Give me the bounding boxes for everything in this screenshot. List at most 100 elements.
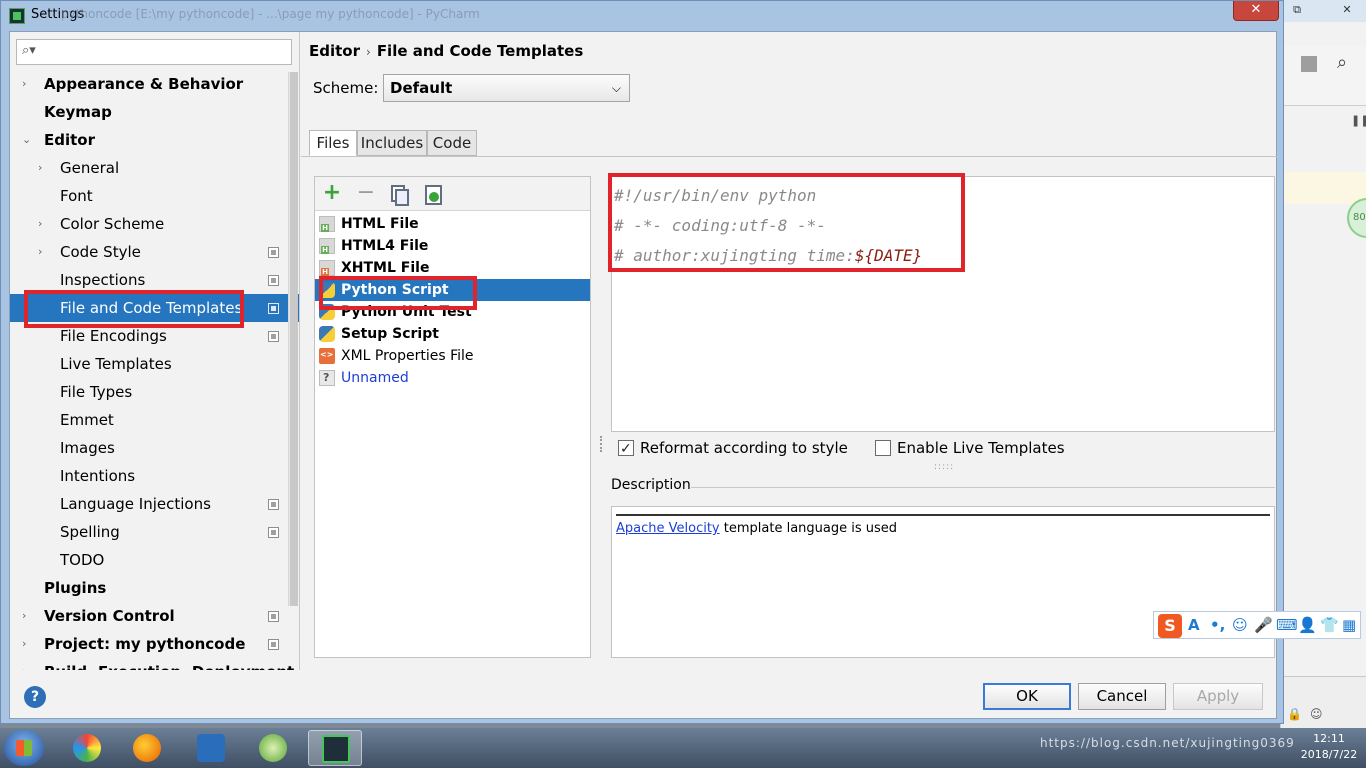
tree-item-label: Plugins [44, 579, 107, 597]
tree-item-images[interactable]: Images [10, 434, 299, 462]
tree-item-project-my-pythoncode[interactable]: › Project: my pythoncode [10, 630, 299, 658]
tree-item-label: Live Templates [60, 355, 172, 373]
restore-icon[interactable]: ⧉ [1287, 2, 1307, 18]
chevron-right-icon[interactable]: › [38, 238, 42, 266]
tree-item-label: Project: my pythoncode [44, 635, 246, 653]
scrollbar-thumb[interactable] [290, 72, 298, 606]
tree-item-intentions[interactable]: Intentions [10, 462, 299, 490]
tree-item-general[interactable]: › General [10, 154, 299, 182]
tab-files[interactable]: Files [309, 130, 357, 156]
project-scope-icon [268, 247, 279, 258]
tree-item-appearance-behavior[interactable]: › Appearance & Behavior [10, 70, 299, 98]
ime-toolbar: S A •, ☺ 🎤 ⌨ 👤 👕 ▦ [1153, 611, 1361, 639]
tree-item-build-execution-deployment[interactable]: › Build, Execution, Deployment [10, 658, 299, 670]
ime-emoji-icon[interactable]: ☺ [1232, 616, 1248, 634]
checkbox-unchecked-icon[interactable] [875, 440, 891, 456]
help-button[interactable]: ? [24, 686, 46, 708]
project-scope-icon [268, 639, 279, 650]
template-item-html-file[interactable]: HTML File [315, 213, 590, 235]
template-item-xml-properties-file[interactable]: XML Properties File [315, 345, 590, 367]
template-list-panel: + − HTML FileHTML4 FileXHTML FilePython … [314, 176, 591, 658]
tree-item-file-types[interactable]: File Types [10, 378, 299, 406]
tree-item-todo[interactable]: TODO [10, 546, 299, 574]
ime-voice-icon[interactable]: 🎤 [1254, 616, 1273, 634]
chevron-right-icon[interactable]: › [22, 70, 26, 98]
remove-template-button[interactable]: − [355, 182, 377, 205]
ime-toolbox-icon[interactable]: ▦ [1342, 616, 1356, 634]
search-input[interactable]: ⌕▾ [16, 39, 292, 65]
scheme-dropdown[interactable]: Default ⌵ [383, 74, 630, 102]
status-icons: 🔒☺ [1287, 707, 1331, 721]
cancel-button[interactable]: Cancel [1078, 683, 1166, 710]
template-item-unnamed[interactable]: Unnamed [315, 367, 590, 389]
tab-includes[interactable]: Includes [357, 130, 427, 156]
taskbar-app-sync-icon[interactable] [246, 730, 300, 766]
tree-item-label: Version Control [44, 607, 175, 625]
template-item-label: HTML4 File [341, 238, 429, 254]
ime-punctuation-icon[interactable]: •, [1210, 616, 1225, 634]
apply-button[interactable]: Apply [1173, 683, 1263, 710]
taskbar-pycharm-icon[interactable] [308, 730, 362, 766]
tree-item-label: Code Style [60, 243, 141, 261]
chevron-right-icon[interactable]: › [38, 154, 42, 182]
chevron-down-icon[interactable]: ⌄ [22, 126, 31, 154]
taskbar-app-paint-icon[interactable] [60, 730, 114, 766]
taskbar-app-grid-icon[interactable] [184, 730, 238, 766]
add-template-button[interactable]: + [321, 182, 343, 205]
resize-grip-icon[interactable]: ::::: [934, 462, 954, 472]
ime-keyboard-icon[interactable]: ⌨ [1276, 616, 1298, 634]
tree-item-font[interactable]: Font [10, 182, 299, 210]
search-icon[interactable]: ⌕ [1337, 52, 1347, 73]
sogou-logo-icon[interactable]: S [1158, 614, 1182, 638]
tree-item-code-style[interactable]: › Code Style [10, 238, 299, 266]
checkbox-checked-icon[interactable] [618, 438, 634, 460]
template-item-html4-file[interactable]: HTML4 File [315, 235, 590, 257]
description-label: Description [611, 477, 691, 493]
pause-icon: ❚❚ [1351, 114, 1366, 127]
reset-template-button[interactable] [421, 183, 443, 205]
ime-user-icon[interactable]: 👤 [1298, 616, 1317, 634]
tree-scrollbar[interactable] [288, 72, 298, 606]
template-item-label: HTML File [341, 216, 419, 232]
tree-item-color-scheme[interactable]: › Color Scheme [10, 210, 299, 238]
chevron-right-icon[interactable]: › [38, 210, 42, 238]
template-item-label: Setup Script [341, 326, 439, 342]
ok-button[interactable]: OK [983, 683, 1071, 710]
tree-item-spelling[interactable]: Spelling [10, 518, 299, 546]
tree-item-keymap[interactable]: Keymap [10, 98, 299, 126]
chevron-right-icon[interactable]: › [22, 602, 26, 630]
tree-item-live-templates[interactable]: Live Templates [10, 350, 299, 378]
apache-velocity-link[interactable]: Apache Velocity [616, 521, 720, 536]
start-button-icon[interactable] [4, 730, 44, 766]
close-icon[interactable]: ✕ [1337, 2, 1357, 18]
py-file-icon [319, 326, 335, 342]
unnamed-file-icon [319, 370, 335, 386]
tree-item-emmet[interactable]: Emmet [10, 406, 299, 434]
ime-skin-icon[interactable]: 👕 [1320, 616, 1339, 634]
copy-template-button[interactable] [387, 183, 409, 206]
background-titlebar: ⧉ ✕ [1281, 0, 1366, 22]
breadcrumb-parent[interactable]: Editor [309, 42, 360, 60]
tree-item-version-control[interactable]: › Version Control [10, 602, 299, 630]
ime-language-icon[interactable]: A [1188, 616, 1200, 634]
description-divider [691, 487, 1275, 488]
clock[interactable]: 12:11 2018/7/22 [1296, 731, 1362, 763]
stop-icon[interactable] [1301, 56, 1317, 72]
chevron-right-icon[interactable]: › [22, 658, 26, 670]
template-item-setup-script[interactable]: Setup Script [315, 323, 590, 345]
tree-item-plugins[interactable]: Plugins [10, 574, 299, 602]
tab-code[interactable]: Code [427, 130, 477, 156]
breadcrumb: Editor › File and Code Templates [309, 42, 583, 60]
tree-item-language-injections[interactable]: Language Injections [10, 490, 299, 518]
template-list-toolbar: + − [315, 177, 590, 211]
clock-time: 12:11 [1313, 732, 1345, 745]
html-file-icon [319, 238, 335, 254]
taskbar-firefox-icon[interactable] [120, 730, 174, 766]
tree-item-label: File Types [60, 383, 133, 401]
settings-tree-pane: ⌕▾ › Appearance & Behavior Keymap ⌄ Editor › G… [10, 32, 300, 670]
tree-item-editor[interactable]: ⌄ Editor [10, 126, 299, 154]
chevron-right-icon[interactable]: › [22, 630, 26, 658]
splitter-handle[interactable] [600, 436, 604, 452]
background-toolbar [1281, 46, 1366, 106]
close-button[interactable]: ✕ [1233, 1, 1279, 21]
